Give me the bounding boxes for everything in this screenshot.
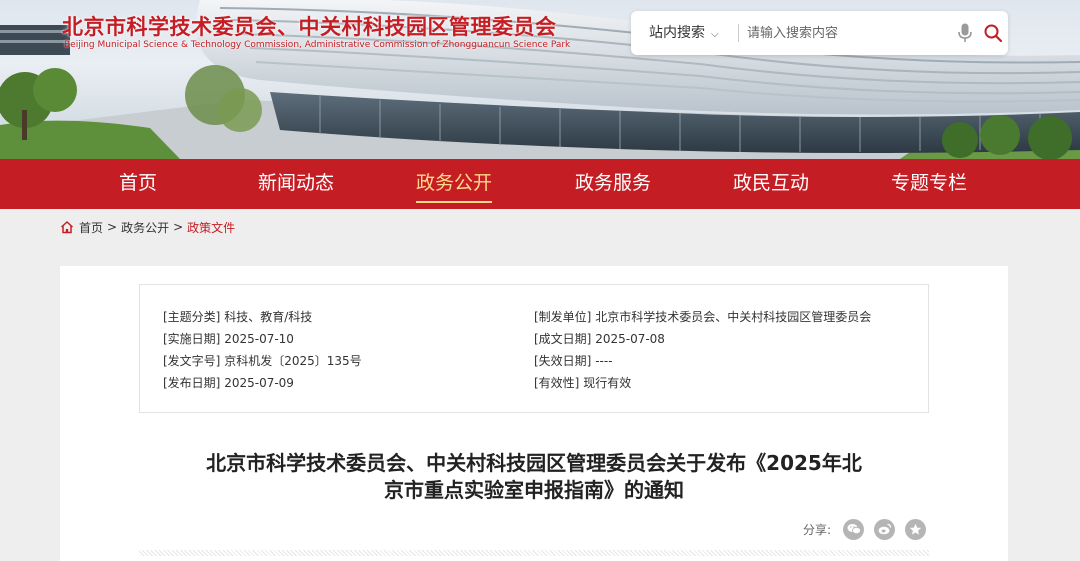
meta-expiry-date: [失效日期] ---- (534, 352, 613, 369)
weibo-icon (878, 523, 891, 535)
meta-key: [有效性] (534, 376, 580, 390)
meta-value: 北京市科学技术委员会、中关村科技园区管理委员会 (595, 310, 872, 324)
breadcrumb-separator: > (107, 220, 118, 234)
meta-value: 2025-07-10 (224, 332, 294, 346)
meta-validity: [有效性] 现行有效 (534, 374, 631, 391)
nav-item-home[interactable]: 首页 (119, 159, 157, 209)
meta-key: [发文字号] (163, 354, 221, 368)
meta-key: [发布日期] (163, 376, 221, 390)
meta-value: 科技、教育/科技 (224, 310, 313, 324)
meta-written-date: [成文日期] 2025-07-08 (534, 330, 665, 347)
breadcrumb-separator: > (173, 220, 184, 234)
search-box: 站内搜索 ⌵ (631, 11, 1008, 55)
wechat-share-button[interactable] (843, 518, 865, 540)
meta-value: 2025-07-08 (595, 332, 665, 346)
document-title-line-2: 京市重点实验室申报指南》的通知 (384, 478, 684, 502)
search-input[interactable] (747, 19, 947, 47)
share-label: 分享: (803, 522, 832, 537)
main-nav: 首页 新闻动态 政务公开 政务服务 政民互动 专题专栏 (0, 159, 1080, 209)
breadcrumb-home[interactable]: 首页 (79, 219, 103, 236)
meta-key: [制发单位] (534, 310, 592, 324)
meta-key: [成文日期] (534, 332, 592, 346)
search-scope-label: 站内搜索 (649, 25, 705, 41)
meta-publish-date: [发布日期] 2025-07-09 (163, 374, 294, 391)
wechat-icon (847, 524, 861, 535)
content-divider (139, 550, 929, 556)
home-icon (60, 221, 74, 234)
meta-effective-date: [实施日期] 2025-07-10 (163, 330, 294, 347)
breadcrumb-policy-documents[interactable]: 政策文件 (187, 219, 235, 236)
favorite-button[interactable] (905, 518, 927, 540)
nav-item-government-affairs[interactable]: 政务公开 (416, 159, 493, 209)
favorite-icon (909, 523, 922, 535)
nav-item-topics[interactable]: 专题专栏 (891, 159, 967, 209)
meta-key: [失效日期] (534, 354, 592, 368)
chevron-down-icon: ⌵ (711, 29, 719, 40)
share-bar: 分享: (803, 518, 927, 540)
nav-item-services[interactable]: 政务服务 (575, 159, 651, 209)
nav-item-news[interactable]: 新闻动态 (258, 159, 334, 209)
meta-value: 现行有效 (583, 376, 632, 390)
document-metadata: [主题分类] 科技、教育/科技 [实施日期] 2025-07-10 [发文字号]… (139, 284, 929, 413)
site-title: 北京市科学技术委员会、中关村科技园区管理委员会 (62, 15, 557, 39)
document-title: 北京市科学技术委员会、中关村科技园区管理委员会关于发布《2025年北 京市重点实… (170, 450, 898, 504)
search-divider (738, 24, 739, 42)
meta-topic: [主题分类] 科技、教育/科技 (163, 308, 312, 325)
meta-value: 京科机发〔2025〕135号 (224, 354, 362, 368)
meta-value: ---- (595, 354, 613, 368)
meta-key: [实施日期] (163, 332, 221, 346)
meta-key: [主题分类] (163, 310, 221, 324)
document-title-line-1: 北京市科学技术委员会、中关村科技园区管理委员会关于发布《2025年北 (206, 451, 862, 475)
microphone-icon[interactable] (957, 23, 973, 43)
nav-item-interaction[interactable]: 政民互动 (733, 159, 809, 209)
breadcrumb: 首页 > 政务公开 > 政策文件 (60, 218, 235, 236)
meta-document-number: [发文字号] 京科机发〔2025〕135号 (163, 352, 362, 369)
weibo-share-button[interactable] (874, 518, 896, 540)
meta-value: 2025-07-09 (224, 376, 294, 390)
site-subtitle-en: Beijing Municipal Science & Technology C… (64, 40, 571, 50)
meta-issuer: [制发单位] 北京市科学技术委员会、中关村科技园区管理委员会 (534, 308, 871, 325)
content-panel: [主题分类] 科技、教育/科技 [实施日期] 2025-07-10 [发文字号]… (60, 266, 1008, 561)
breadcrumb-government-affairs[interactable]: 政务公开 (121, 219, 169, 236)
search-icon[interactable] (984, 24, 1002, 42)
search-scope-dropdown[interactable]: 站内搜索 ⌵ (649, 11, 719, 55)
header-banner: 北京市科学技术委员会、中关村科技园区管理委员会 Beijing Municipa… (0, 0, 1080, 159)
